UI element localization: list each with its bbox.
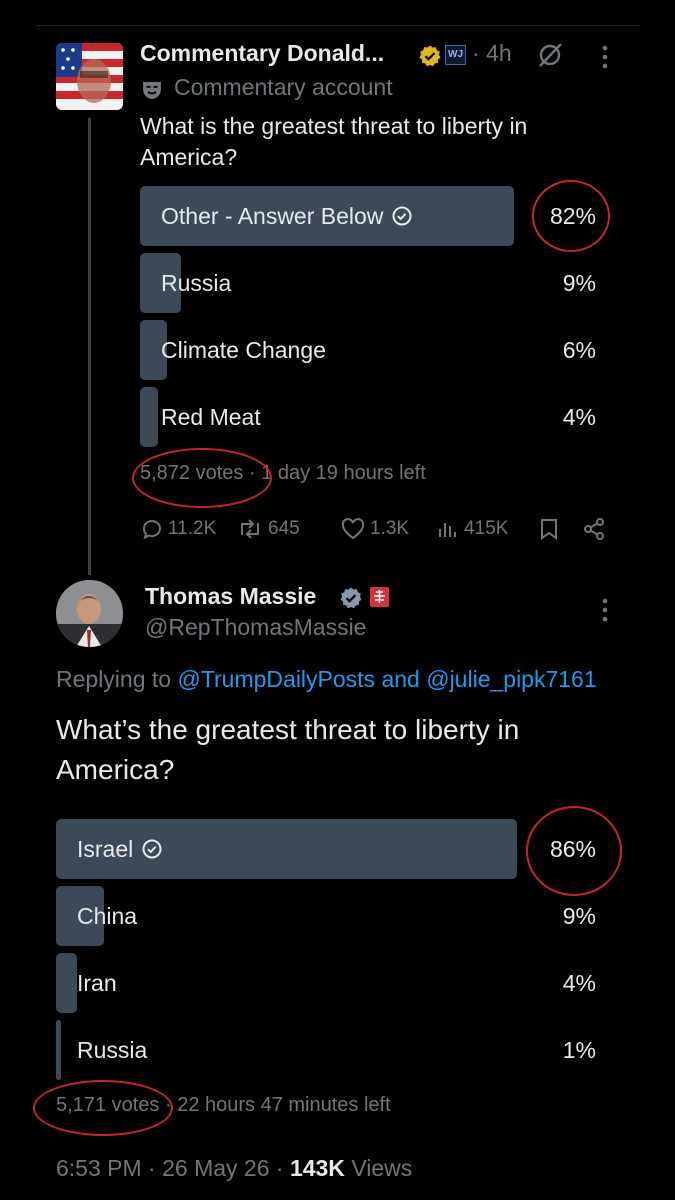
poll-option-text: Red Meat [161,404,261,430]
poll-option-label: China [77,886,137,946]
like-count: 1.3K [370,518,410,539]
poll-option-percent: 4% [562,404,596,430]
like-button[interactable]: 1.3K [340,517,409,541]
poll-option-label: Israel [77,819,163,882]
community-label: Commentary account [174,74,393,100]
poll-option-label: Other - Answer Below [161,186,413,249]
poll-option-label: Russia [161,253,231,313]
reply-count: 11.2K [168,518,217,539]
view-count: 415K [464,518,509,539]
poll-bar [56,953,77,1013]
poll-option: Russia 1% [56,1020,620,1080]
poll-option-label: Climate Change [161,320,326,380]
replying-to: Replying to @TrumpDailyPosts and @julie_… [56,666,597,693]
replying-prefix: Replying to [56,666,172,692]
annotation-circle [532,180,610,252]
check-circle-icon [391,189,413,249]
author-name[interactable]: Commentary Donald... [140,40,384,67]
poll-option-text: Other - Answer Below [161,203,384,229]
poll-option: China 9% [56,886,620,946]
divider [36,25,640,26]
views-button[interactable]: 415K [436,517,508,541]
avatar[interactable] [56,580,123,647]
repost-button[interactable]: 645 [236,517,300,541]
check-circle-icon [141,822,163,882]
repost-icon [241,519,259,539]
verified-gold-icon [418,44,442,73]
mention-link[interactable]: @julie_pipk7161 [426,666,596,692]
thread-connector [88,118,91,575]
time-left: · 1 day 19 hours left [248,462,426,484]
poll-option-text: Israel [77,836,134,862]
annotation-circle [132,448,272,508]
timestamp[interactable]: 6:53 PM · 26 May 26 · [56,1155,284,1181]
author-name[interactable]: Thomas Massie [145,583,316,610]
poll-option-text: Russia [77,1037,148,1063]
bookmark-icon[interactable] [538,517,564,541]
mask-icon [140,78,164,107]
poll-option-percent: 6% [562,337,596,363]
time-left: · 22 hours 47 minutes left [164,1094,391,1116]
avatar[interactable] [56,43,123,110]
post-text: What is the greatest threat to liberty i… [140,113,528,170]
poll-option-text: Russia [161,270,232,296]
poll-option-label: Russia [77,1020,147,1080]
affiliate-badge: WJ [445,45,466,65]
poll-option: Red Meat 4% [140,387,620,447]
poll-option-text: Climate Change [161,337,326,363]
grok-icon[interactable] [536,41,564,74]
annotation-circle [33,1080,173,1136]
views-label: Views [351,1155,413,1181]
congress-badge-icon [370,587,389,607]
view-count: 143K [289,1155,345,1181]
poll-option: Russia 9% [140,253,620,313]
views-icon [439,523,456,537]
mention-link[interactable]: @TrumpDailyPosts [177,666,375,692]
poll-option-percent: 9% [562,270,596,296]
post-text: What’s the greatest threat to liberty in… [56,714,520,785]
poll-option-text: China [77,903,138,929]
annotation-circle [526,806,622,896]
action-bar: 11.2K 645 1.3K 415K [140,517,610,547]
reply-icon [143,520,161,540]
verified-gray-icon [339,586,363,615]
post-footer: 6:53 PM · 26 May 26 · 143K Views [56,1155,412,1182]
author-handle[interactable]: @RepThomasMassie [145,614,366,641]
poll-bar [56,1020,61,1080]
poll-option: Climate Change 6% [140,320,620,380]
poll-option-label: Red Meat [161,387,261,447]
more-icon[interactable] [600,44,610,75]
reply-button[interactable]: 11.2K [140,517,216,541]
repost-count: 645 [268,518,300,539]
poll-bar [140,387,158,447]
poll-option-percent: 4% [562,970,596,996]
poll-option-percent: 1% [562,1037,596,1063]
more-icon[interactable] [600,597,610,628]
share-icon[interactable] [582,517,610,541]
poll-option-text: Iran [77,970,117,996]
like-icon [341,518,365,540]
post-time[interactable]: · 4h [472,40,512,67]
poll-option: Iran 4% [56,953,620,1013]
mention-and: and [381,666,420,692]
poll-option-label: Iran [77,953,117,1013]
